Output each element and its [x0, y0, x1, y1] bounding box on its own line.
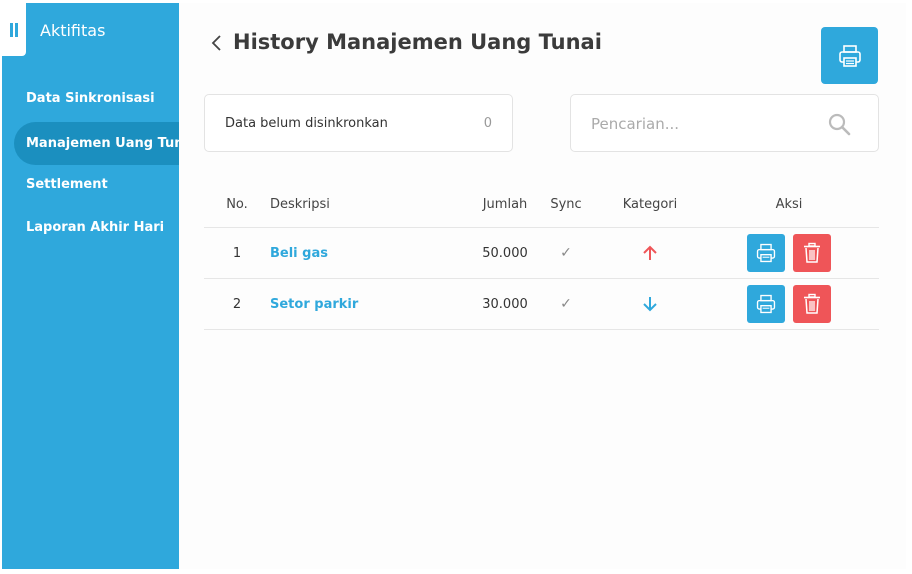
search-input[interactable]: [591, 113, 821, 135]
row-desc-link[interactable]: Setor parkir: [270, 297, 358, 312]
chevron-left-icon: [211, 35, 221, 51]
pause-icon-bar: [15, 22, 18, 37]
print-row-button[interactable]: [747, 285, 785, 323]
sidebar-menu: Data Sinkronisasi Manajemen Uang Tunai S…: [2, 85, 197, 257]
header-action: Aksi: [775, 196, 803, 212]
unsynced-count: 0: [483, 115, 492, 131]
sidebar-item-laporan-akhir-hari[interactable]: Laporan Akhir Hari: [2, 214, 179, 257]
row-desc-link[interactable]: Beli gas: [270, 246, 328, 261]
row-desc: Setor parkir: [270, 279, 470, 329]
row-actions: [734, 228, 844, 278]
row-no: 1: [232, 245, 242, 261]
row-sync: ✓: [538, 228, 594, 278]
sidebar-item-settlement[interactable]: Settlement: [2, 171, 179, 214]
row-actions: [734, 279, 844, 329]
arrow-up-icon: [643, 245, 657, 260]
page-title: History Manajemen Uang Tunai: [233, 30, 602, 54]
header-sync: Sync: [550, 196, 582, 212]
main-content: History Manajemen Uang Tunai Data belum …: [179, 3, 906, 569]
history-table: No. Deskripsi Jumlah Sync Kategori Aksi …: [204, 181, 879, 330]
back-button[interactable]: [209, 33, 223, 58]
trash-icon: [804, 293, 820, 314]
printer-icon: [756, 243, 776, 263]
table-row: 1 Beli gas 50.000 ✓: [204, 228, 879, 279]
printer-icon: [838, 44, 861, 67]
row-desc: Beli gas: [270, 228, 470, 278]
check-icon: ✓: [560, 245, 572, 261]
unsynced-data-box: Data belum disinkronkan 0: [204, 94, 513, 152]
header-desc: Deskripsi: [270, 196, 330, 212]
pause-icon: [10, 22, 13, 37]
arrow-down-icon: [643, 297, 657, 312]
search-box: [570, 94, 879, 152]
unsynced-label: Data belum disinkronkan: [225, 115, 388, 131]
header-no: No.: [226, 196, 248, 212]
sidebar-toggle-button[interactable]: [2, 3, 26, 56]
row-category: [616, 228, 684, 278]
row-no: 2: [232, 296, 242, 312]
print-row-button[interactable]: [747, 234, 785, 272]
check-icon: ✓: [560, 296, 572, 312]
printer-icon: [756, 294, 776, 314]
row-sync: ✓: [538, 279, 594, 329]
row-category: [616, 279, 684, 329]
header-category: Kategori: [622, 196, 678, 212]
trash-icon: [804, 242, 820, 263]
table-row: 2 Setor parkir 30.000 ✓: [204, 279, 879, 330]
sidebar-item-manajemen-uang-tunai[interactable]: Manajemen Uang Tunai: [14, 122, 197, 165]
delete-row-button[interactable]: [793, 234, 831, 272]
table-header-row: No. Deskripsi Jumlah Sync Kategori Aksi: [204, 181, 879, 228]
sidebar-title: Aktifitas: [40, 21, 106, 40]
sidebar: Aktifitas Data Sinkronisasi Manajemen Ua…: [2, 3, 197, 569]
delete-row-button[interactable]: [793, 285, 831, 323]
print-all-button[interactable]: [821, 27, 878, 84]
search-icon[interactable]: [827, 112, 851, 136]
